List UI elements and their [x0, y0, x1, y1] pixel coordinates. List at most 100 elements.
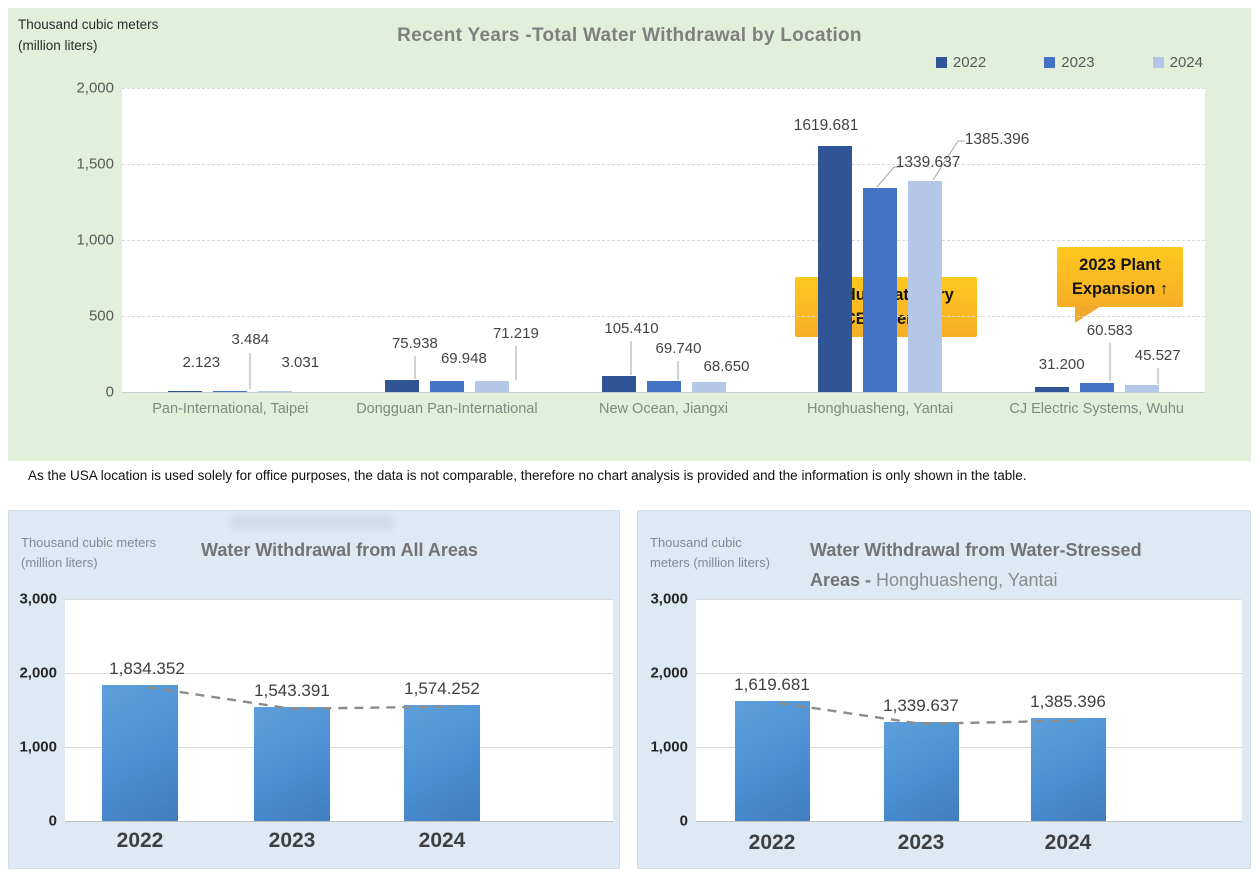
bar-2022-4 — [818, 146, 852, 392]
x-axis-category-label: 2024 — [377, 829, 507, 853]
y-axis-unit-line2: meters (million liters) — [650, 553, 770, 573]
bar-value-label: 105.410 — [572, 320, 692, 337]
bar-value-label: 60.583 — [1050, 322, 1170, 339]
chart-title: Water Withdrawal from Water-Stressed Are… — [810, 535, 1142, 595]
chart-title-location: Honghuasheng, Yantai — [876, 570, 1058, 590]
y-axis-tick: 2,000 — [54, 80, 114, 97]
bar-2024-2 — [475, 381, 509, 392]
bar-value-label: 69.948 — [404, 350, 524, 367]
gridline — [122, 240, 1205, 241]
legend: 2022 2023 2024 — [936, 54, 1203, 71]
y-axis-unit-line1: Thousand cubic — [650, 533, 770, 553]
bar-2023 — [254, 707, 330, 821]
y-axis-tick: 1,500 — [54, 156, 114, 173]
bar-2022-2 — [385, 380, 419, 392]
bar-2023 — [884, 722, 959, 821]
annotation-plant-expansion: 2023 Plant Expansion ↑ — [1057, 247, 1183, 307]
legend-swatch-2024 — [1153, 57, 1164, 68]
legend-label: 2024 — [1170, 54, 1203, 71]
bar-2022-5 — [1035, 387, 1069, 392]
chart-title-bold-line1: Water Withdrawal from Water-Stressed — [810, 540, 1142, 560]
legend-item-2022: 2022 — [936, 54, 986, 71]
faded-artifact — [231, 515, 393, 530]
y-axis-tick: 0 — [54, 384, 114, 401]
bar-2024 — [1031, 718, 1106, 821]
y-axis-tick: 2,000 — [11, 665, 57, 682]
bar-value-label: 1,543.391 — [217, 681, 367, 701]
y-axis-unit-label: Thousand cubic meters (million liters) — [650, 533, 770, 573]
x-axis-category-label: New Ocean, Jiangxi — [549, 401, 779, 417]
usa-location-note: As the USA location is used solely for o… — [28, 468, 1248, 483]
x-axis-category-label: 2022 — [707, 831, 837, 855]
bar-value-label: 1,574.252 — [367, 679, 517, 699]
bar-value-label: 1,619.681 — [697, 675, 847, 695]
y-axis-unit-label: Thousand cubic meters (million liters) — [21, 533, 156, 573]
bar-2022 — [735, 701, 810, 821]
bar-2022-1 — [168, 391, 202, 392]
gridline — [122, 164, 1205, 165]
bar-2023-1 — [213, 391, 247, 392]
gridline — [65, 821, 613, 822]
legend-swatch-2022 — [936, 57, 947, 68]
bar-2023-5 — [1080, 383, 1114, 392]
y-axis-unit-line2: (million liters) — [21, 553, 156, 573]
bar-value-label: 1619.681 — [766, 117, 886, 135]
gridline — [122, 316, 1205, 317]
chart-title: Recent Years -Total Water Withdrawal by … — [8, 25, 1251, 47]
legend-label: 2022 — [953, 54, 986, 71]
bar-2023-4 — [863, 188, 897, 392]
legend-item-2024: 2024 — [1153, 54, 1203, 71]
bar-2023-2 — [430, 381, 464, 392]
legend-swatch-2023 — [1044, 57, 1055, 68]
gridline — [696, 673, 1242, 674]
bar-2022-3 — [602, 376, 636, 392]
chart-title: Water Withdrawal from All Areas — [201, 535, 478, 565]
bar-value-label: 45.527 — [1098, 347, 1218, 364]
page: { "note": "As the USA location is used s… — [0, 0, 1259, 873]
bar-2022 — [102, 685, 178, 821]
y-axis-tick: 3,000 — [11, 591, 57, 608]
gridline — [122, 392, 1205, 393]
y-axis-tick: 1,000 — [642, 739, 688, 756]
y-axis-tick: 3,000 — [642, 591, 688, 608]
y-axis-tick: 0 — [642, 813, 688, 830]
legend-label: 2023 — [1061, 54, 1094, 71]
y-axis-tick: 0 — [11, 813, 57, 830]
bar-value-label: 68.650 — [667, 358, 787, 375]
gridline — [122, 88, 1205, 89]
bar-2024-5 — [1125, 385, 1159, 392]
bar-value-label: 3.484 — [190, 331, 310, 348]
gridline — [696, 821, 1242, 822]
bar-value-label: 71.219 — [456, 325, 576, 342]
gridline — [65, 599, 613, 600]
y-axis-tick: 1,000 — [11, 739, 57, 756]
bar-2024-1 — [258, 391, 292, 392]
chart-title-bold-line2: Areas - — [810, 570, 871, 590]
y-axis-tick: 2,000 — [642, 665, 688, 682]
bar-value-label: 1,385.396 — [993, 692, 1143, 712]
x-axis-category-label: Pan-International, Taipei — [115, 401, 345, 417]
y-axis-tick: 1,000 — [54, 232, 114, 249]
bar-value-label: 1339.637 — [868, 154, 988, 172]
legend-item-2023: 2023 — [1044, 54, 1094, 71]
bar-2024 — [404, 705, 480, 821]
bar-2023-3 — [647, 381, 681, 392]
bar-value-label: 1385.396 — [937, 131, 1057, 149]
x-axis-category-label: 2023 — [227, 829, 357, 853]
x-axis-category-label: 2023 — [856, 831, 986, 855]
y-axis-tick: 500 — [54, 308, 114, 325]
y-axis-unit-line1: Thousand cubic meters — [21, 533, 156, 553]
bar-2024-4 — [908, 181, 942, 392]
x-axis-category-label: CJ Electric Systems, Wuhu — [982, 401, 1212, 417]
x-axis-category-label: Dongguan Pan-International — [332, 401, 562, 417]
x-axis-category-label: 2024 — [1003, 831, 1133, 855]
chart-panel-water-stressed: Thousand cubic meters (million liters) W… — [637, 510, 1251, 869]
bar-value-label: 1,339.637 — [846, 696, 996, 716]
bar-2024-3 — [692, 382, 726, 392]
bar-value-label: 3.031 — [240, 354, 360, 371]
x-axis-category-label: 2022 — [75, 829, 205, 853]
chart-panel-total-by-location: Thousand cubic meters (million liters) R… — [8, 8, 1251, 461]
chart-panel-all-areas: Thousand cubic meters (million liters) W… — [8, 510, 620, 869]
bar-value-label: 1,834.352 — [72, 659, 222, 679]
gridline — [696, 599, 1242, 600]
